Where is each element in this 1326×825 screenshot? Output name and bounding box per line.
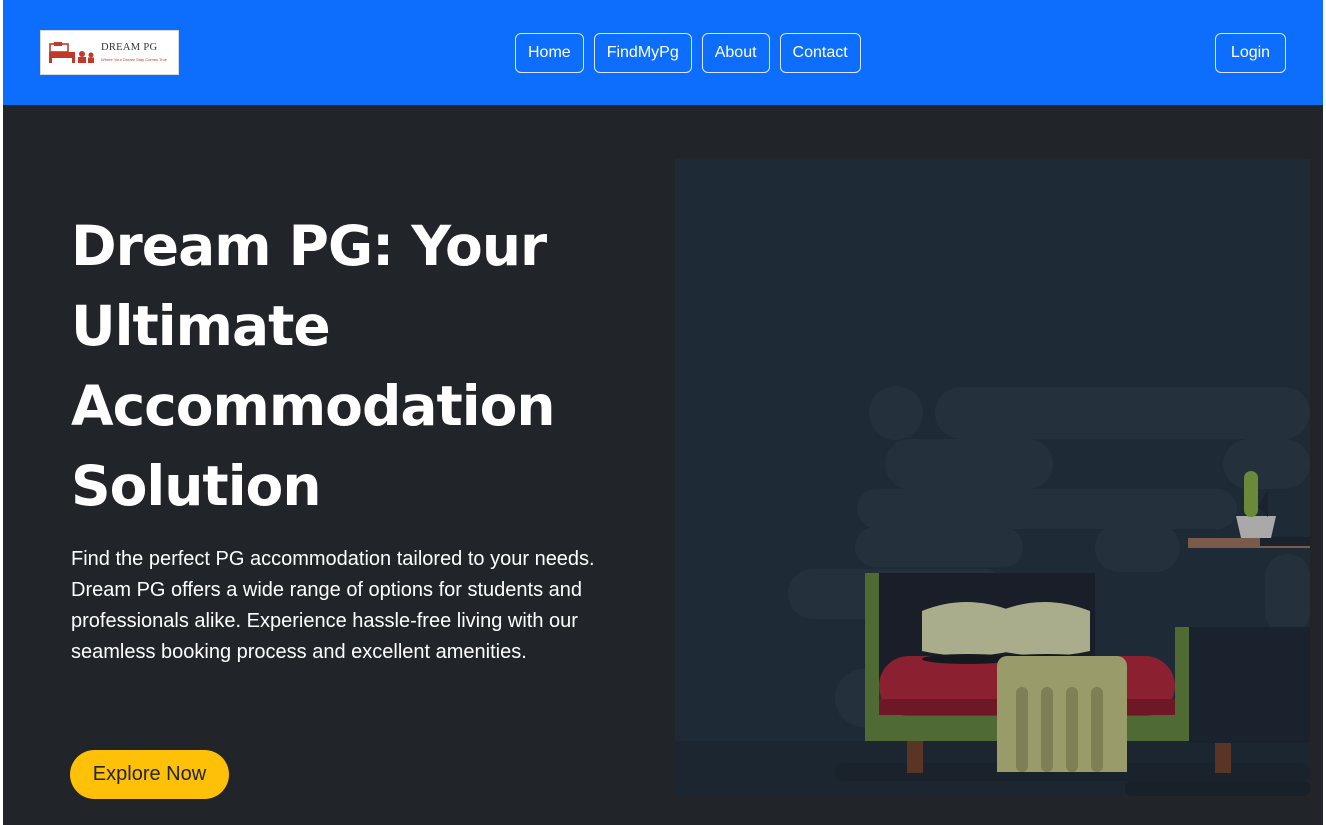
hero-description: Find the perfect PG accommodation tailor… xyxy=(71,548,595,663)
login-button[interactable]: Login xyxy=(1215,33,1286,73)
hero-title: Dream PG: Your Ultimate Accommodation So… xyxy=(71,214,556,518)
brand-name: DREAM PG xyxy=(101,42,158,54)
brand-logo[interactable]: DREAM PG Where Your Dream Stay Comes Tru… xyxy=(40,30,179,75)
navbar: DREAM PG Where Your Dream Stay Comes Tru… xyxy=(3,0,1323,105)
page: DREAM PG Where Your Dream Stay Comes Tru… xyxy=(3,0,1323,825)
nav-about-button[interactable]: About xyxy=(701,33,770,73)
nav-links: Home FindMyPg About Contact xyxy=(515,33,861,73)
explore-now-button[interactable]: Explore Now xyxy=(70,750,229,799)
bed-logo-icon xyxy=(49,41,94,63)
bedroom-illustration xyxy=(675,159,1310,796)
nav-findmypg-button[interactable]: FindMyPg xyxy=(593,33,692,73)
nav-contact-button[interactable]: Contact xyxy=(779,33,861,73)
nav-home-button[interactable]: Home xyxy=(515,33,584,73)
brand-tagline: Where Your Dream Stay Comes True xyxy=(101,56,168,62)
